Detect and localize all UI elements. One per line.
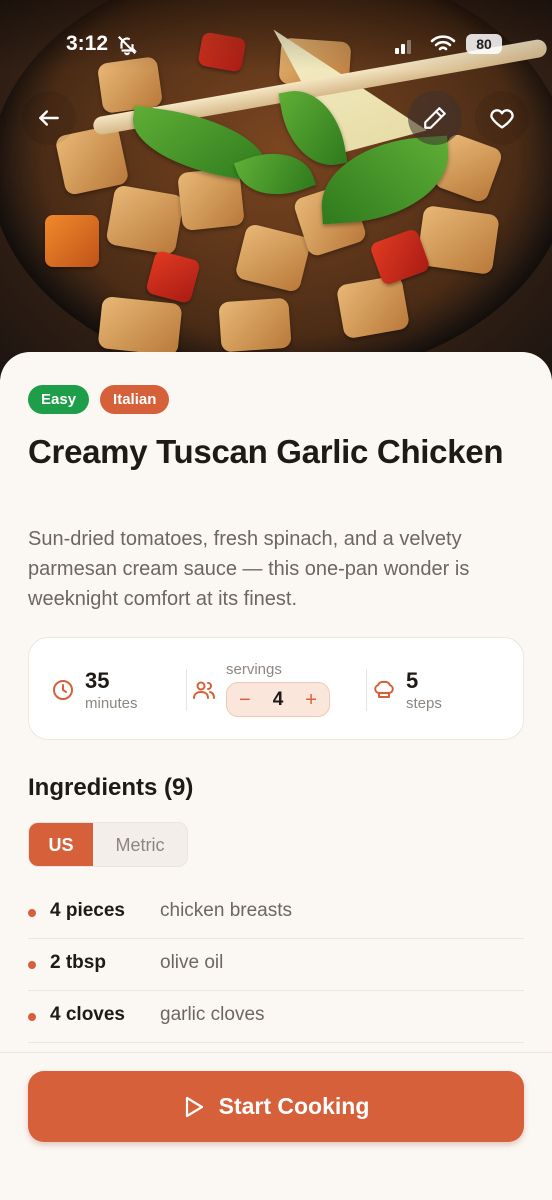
unit-option-us[interactable]: US — [29, 823, 93, 866]
bell-muted-icon — [117, 35, 137, 56]
unit-toggle: US Metric — [28, 822, 188, 867]
time-value: 35 — [85, 668, 110, 693]
stat-divider — [186, 669, 187, 711]
stat-divider — [366, 669, 367, 711]
servings-stepper[interactable]: − 4 + — [226, 682, 330, 717]
chicken-piece — [335, 274, 411, 340]
unit-option-metric[interactable]: Metric — [93, 823, 187, 866]
bullet-dot — [28, 909, 36, 917]
favorite-button[interactable] — [475, 91, 529, 145]
recipe-title: Creamy Tuscan Garlic Chicken — [28, 433, 504, 470]
people-icon — [193, 681, 215, 699]
cellular-signal-icon — [395, 40, 411, 54]
ingredient-quantity: 4 pieces — [50, 900, 125, 921]
steps-value: 5 — [406, 668, 419, 693]
steps-unit: steps — [406, 695, 442, 712]
back-button[interactable] — [22, 91, 76, 145]
increment-servings-button[interactable]: + — [305, 690, 317, 710]
decrement-servings-button[interactable]: − — [239, 690, 251, 710]
pepper-piece — [45, 215, 99, 267]
recipe-stats-card: 35 minutes servings − 4 + 5 steps — [28, 637, 524, 740]
pencil-icon — [424, 107, 446, 129]
ingredient-name: olive oil — [160, 952, 224, 973]
ingredient-list: 4 pieces chicken breasts 2 tbsp olive oi… — [28, 887, 524, 1043]
heart-icon — [490, 109, 514, 129]
chef-hat-icon — [374, 680, 394, 698]
bottom-action-bar: Start Cooking — [0, 1052, 552, 1200]
servings-label: servings — [226, 661, 282, 678]
play-icon — [185, 1096, 203, 1117]
ingredient-row: 2 tbsp olive oil — [28, 939, 524, 991]
ingredients-heading: Ingredients (9) — [28, 774, 194, 801]
bullet-dot — [28, 1013, 36, 1021]
chicken-piece — [218, 297, 292, 353]
start-cooking-label: Start Cooking — [218, 1093, 370, 1119]
recipe-description: Sun-dried tomatoes, fresh spinach, and a… — [28, 528, 470, 610]
wifi-icon — [430, 35, 456, 51]
time-unit: minutes — [85, 695, 138, 712]
status-bar: 3:12 80 — [0, 28, 552, 64]
status-time: 3:12 — [66, 32, 109, 55]
edit-button[interactable] — [408, 91, 462, 145]
chicken-piece — [105, 184, 185, 256]
start-cooking-button[interactable]: Start Cooking — [28, 1071, 524, 1142]
servings-value: 4 — [272, 688, 284, 710]
arrow-left-icon — [39, 110, 59, 126]
ingredient-row: 4 pieces chicken breasts — [28, 887, 524, 939]
cuisine-tag: Italian — [100, 385, 170, 414]
clock-icon — [53, 680, 73, 700]
ingredient-row: 4 cloves garlic cloves — [28, 991, 524, 1043]
battery-indicator: 80 — [466, 34, 502, 54]
ingredient-quantity: 4 cloves — [50, 1004, 125, 1025]
tag-list: Easy Italian — [28, 385, 170, 414]
ingredient-name: garlic cloves — [160, 1004, 265, 1025]
difficulty-tag: Easy — [28, 385, 90, 414]
ingredient-quantity: 2 tbsp — [50, 952, 106, 973]
chicken-piece — [97, 295, 183, 357]
ingredient-name: chicken breasts — [160, 900, 293, 921]
bullet-dot — [28, 961, 36, 969]
